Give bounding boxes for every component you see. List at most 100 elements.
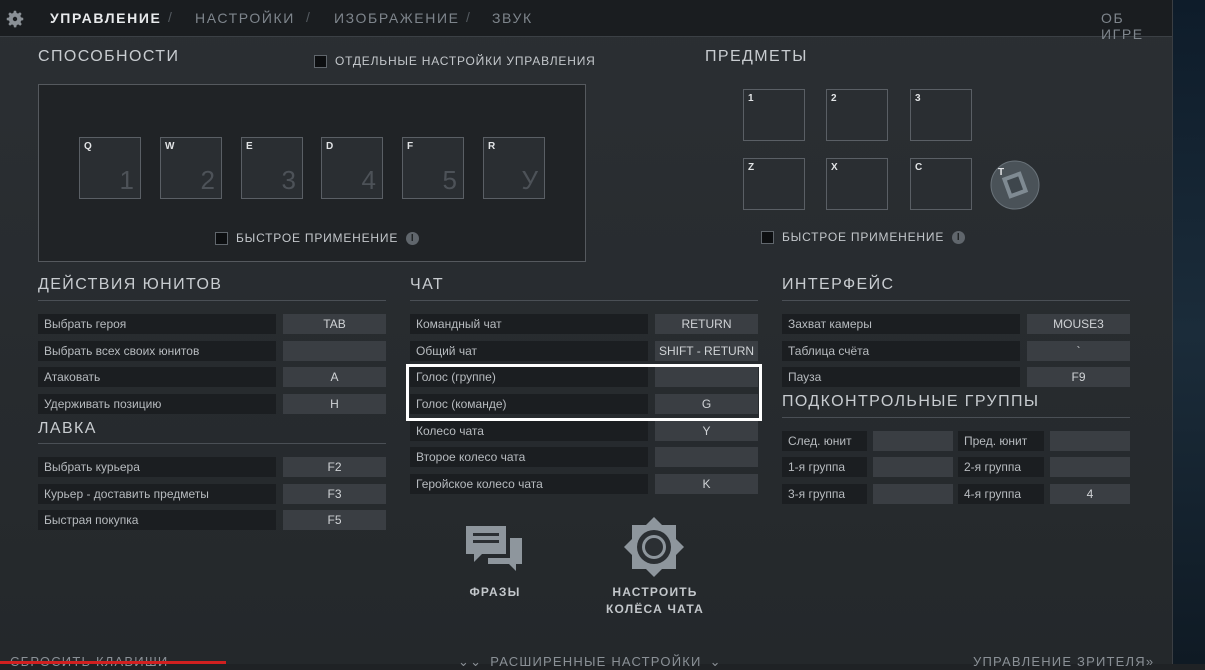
shop-key[interactable]: F3: [283, 484, 386, 504]
item-slot-x[interactable]: X: [826, 158, 888, 210]
unit-action-label: Выбрать героя: [38, 314, 276, 334]
control-group-label: След. юнит: [782, 431, 867, 451]
spectator-controls-link[interactable]: УПРАВЛЕНИЕ ЗРИТЕЛЯ»: [973, 654, 1154, 669]
items-quick-cast-toggle[interactable]: БЫСТРОЕ ПРИМЕНЕНИЕ i: [761, 230, 966, 244]
item-slot-key: Z: [748, 162, 755, 173]
section-divider: [38, 443, 386, 444]
ability-slot-e[interactable]: E 3: [241, 137, 303, 199]
tp-scroll-slot[interactable]: T: [990, 160, 1040, 210]
ability-slot-number: 1: [119, 165, 134, 195]
shop-key[interactable]: F5: [283, 510, 386, 530]
ability-slot-number: 4: [361, 165, 376, 195]
phrases-label[interactable]: ФРАЗЫ: [455, 584, 535, 601]
chat-wheel-icon[interactable]: [622, 515, 686, 579]
ability-slot-number: 5: [442, 165, 457, 195]
settings-panel: УПРАВЛЕНИЕ / НАСТРОЙКИ / ИЗОБРАЖЕНИЕ / З…: [0, 0, 1173, 669]
control-group-key[interactable]: [1050, 457, 1130, 477]
control-groups-title: ПОДКОНТРОЛЬНЫЕ ГРУППЫ: [782, 393, 1040, 410]
interface-label: Таблица счёта: [782, 341, 1020, 361]
control-group-label: 2-я группа: [958, 457, 1044, 477]
abilities-quick-cast-toggle[interactable]: БЫСТРОЕ ПРИМЕНЕНИЕ i: [215, 231, 420, 245]
ability-slot-number: 2: [200, 165, 215, 195]
advanced-settings-toggle[interactable]: ⌄⌄ РАСШИРЕННЫЕ НАСТРОЙКИ ⌄: [458, 654, 722, 670]
quick-cast-checkbox[interactable]: [215, 231, 228, 245]
nav-separator: /: [168, 9, 172, 25]
interface-key[interactable]: F9: [1027, 367, 1130, 387]
ability-slot-d[interactable]: D 4: [321, 137, 383, 199]
chat-label: Колесо чата: [410, 421, 648, 441]
tab-settings[interactable]: НАСТРОЙКИ: [195, 10, 295, 26]
item-slot-key: 3: [915, 93, 921, 104]
unit-actions-title: ДЕЙСТВИЯ ЮНИТОВ: [38, 276, 223, 293]
section-divider: [410, 300, 758, 301]
ability-slot-w[interactable]: W 2: [160, 137, 222, 199]
item-slot-1[interactable]: 1: [743, 89, 805, 141]
ability-slot-number: У: [521, 165, 538, 195]
spectator-controls-label: УПРАВЛЕНИЕ ЗРИТЕЛЯ: [973, 654, 1146, 669]
control-group-key[interactable]: [873, 457, 953, 477]
phrases-icon[interactable]: [464, 524, 524, 572]
about-game-link[interactable]: ОБ ИГРЕ: [1101, 10, 1172, 42]
chat-key[interactable]: Y: [655, 421, 758, 441]
quick-cast-label: БЫСТРОЕ ПРИМЕНЕНИЕ: [782, 230, 945, 244]
chat-key[interactable]: SHIFT - RETURN: [655, 341, 758, 361]
abilities-title: СПОСОБНОСТИ: [38, 48, 180, 65]
separate-settings-toggle[interactable]: ОТДЕЛЬНЫЕ НАСТРОЙКИ УПРАВЛЕНИЯ: [314, 54, 596, 68]
highlight-frame: [406, 364, 762, 421]
section-divider: [782, 417, 1130, 418]
separate-settings-checkbox[interactable]: [314, 54, 327, 68]
chat-key[interactable]: K: [655, 474, 758, 494]
unit-action-label: Выбрать всех своих юнитов: [38, 341, 276, 361]
unit-action-key[interactable]: H: [283, 394, 386, 414]
shop-title: ЛАВКА: [38, 420, 97, 437]
ability-slot-key: D: [326, 141, 334, 152]
item-slot-c[interactable]: C: [910, 158, 972, 210]
chat-label: Общий чат: [410, 341, 648, 361]
tp-scroll-key: T: [998, 167, 1005, 178]
shop-key[interactable]: F2: [283, 457, 386, 477]
unit-action-key[interactable]: [283, 341, 386, 361]
ability-slot-number: 3: [281, 165, 296, 195]
interface-key[interactable]: `: [1027, 341, 1130, 361]
ability-slot-f[interactable]: F 5: [402, 137, 464, 199]
interface-label: Пауза: [782, 367, 1020, 387]
shop-label: Быстрая покупка: [38, 510, 276, 530]
control-group-key[interactable]: 4: [1050, 484, 1130, 504]
configure-chat-wheels-line-1: НАСТРОИТЬ: [612, 585, 698, 599]
control-group-key[interactable]: [873, 484, 953, 504]
chevron-down-icon: ⌄⌄: [458, 654, 483, 669]
tab-audio[interactable]: ЗВУК: [492, 10, 533, 26]
quick-cast-checkbox[interactable]: [761, 230, 774, 244]
control-group-key[interactable]: [1050, 431, 1130, 451]
info-icon[interactable]: i: [406, 231, 420, 245]
ability-slot-q[interactable]: Q 1: [79, 137, 141, 199]
item-slot-2[interactable]: 2: [826, 89, 888, 141]
configure-chat-wheels-label[interactable]: НАСТРОИТЬ КОЛЁСА ЧАТА: [590, 584, 720, 618]
item-slot-key: C: [915, 162, 923, 173]
tab-video[interactable]: ИЗОБРАЖЕНИЕ: [334, 10, 460, 26]
chat-label: Второе колесо чата: [410, 447, 648, 467]
unit-action-key[interactable]: A: [283, 367, 386, 387]
item-slot-z[interactable]: Z: [743, 158, 805, 210]
chat-key[interactable]: RETURN: [655, 314, 758, 334]
chat-key[interactable]: [655, 447, 758, 467]
control-group-key[interactable]: [873, 431, 953, 451]
nav-separator: /: [466, 9, 470, 25]
info-icon[interactable]: i: [952, 230, 966, 244]
items-title: ПРЕДМЕТЫ: [705, 48, 808, 65]
abilities-box: Q 1 W 2 E 3 D 4 F 5 R У БЫСТРОЕ ПРИМЕНЕН…: [38, 84, 586, 262]
control-group-label: 4-я группа: [958, 484, 1044, 504]
tab-controls[interactable]: УПРАВЛЕНИЕ: [50, 10, 161, 26]
control-group-label: Пред. юнит: [958, 431, 1044, 451]
control-group-label: 3-я группа: [782, 484, 867, 504]
ability-slot-r[interactable]: R У: [483, 137, 545, 199]
gear-icon[interactable]: [4, 8, 26, 30]
interface-title: ИНТЕРФЕЙС: [782, 276, 895, 293]
unit-action-key[interactable]: TAB: [283, 314, 386, 334]
unit-action-label: Атаковать: [38, 367, 276, 387]
interface-key[interactable]: MOUSE3: [1027, 314, 1130, 334]
configure-chat-wheels-line-2: КОЛЁСА ЧАТА: [605, 602, 705, 616]
chat-title: ЧАТ: [410, 276, 445, 293]
item-slot-3[interactable]: 3: [910, 89, 972, 141]
unit-action-label: Удерживать позицию: [38, 394, 276, 414]
